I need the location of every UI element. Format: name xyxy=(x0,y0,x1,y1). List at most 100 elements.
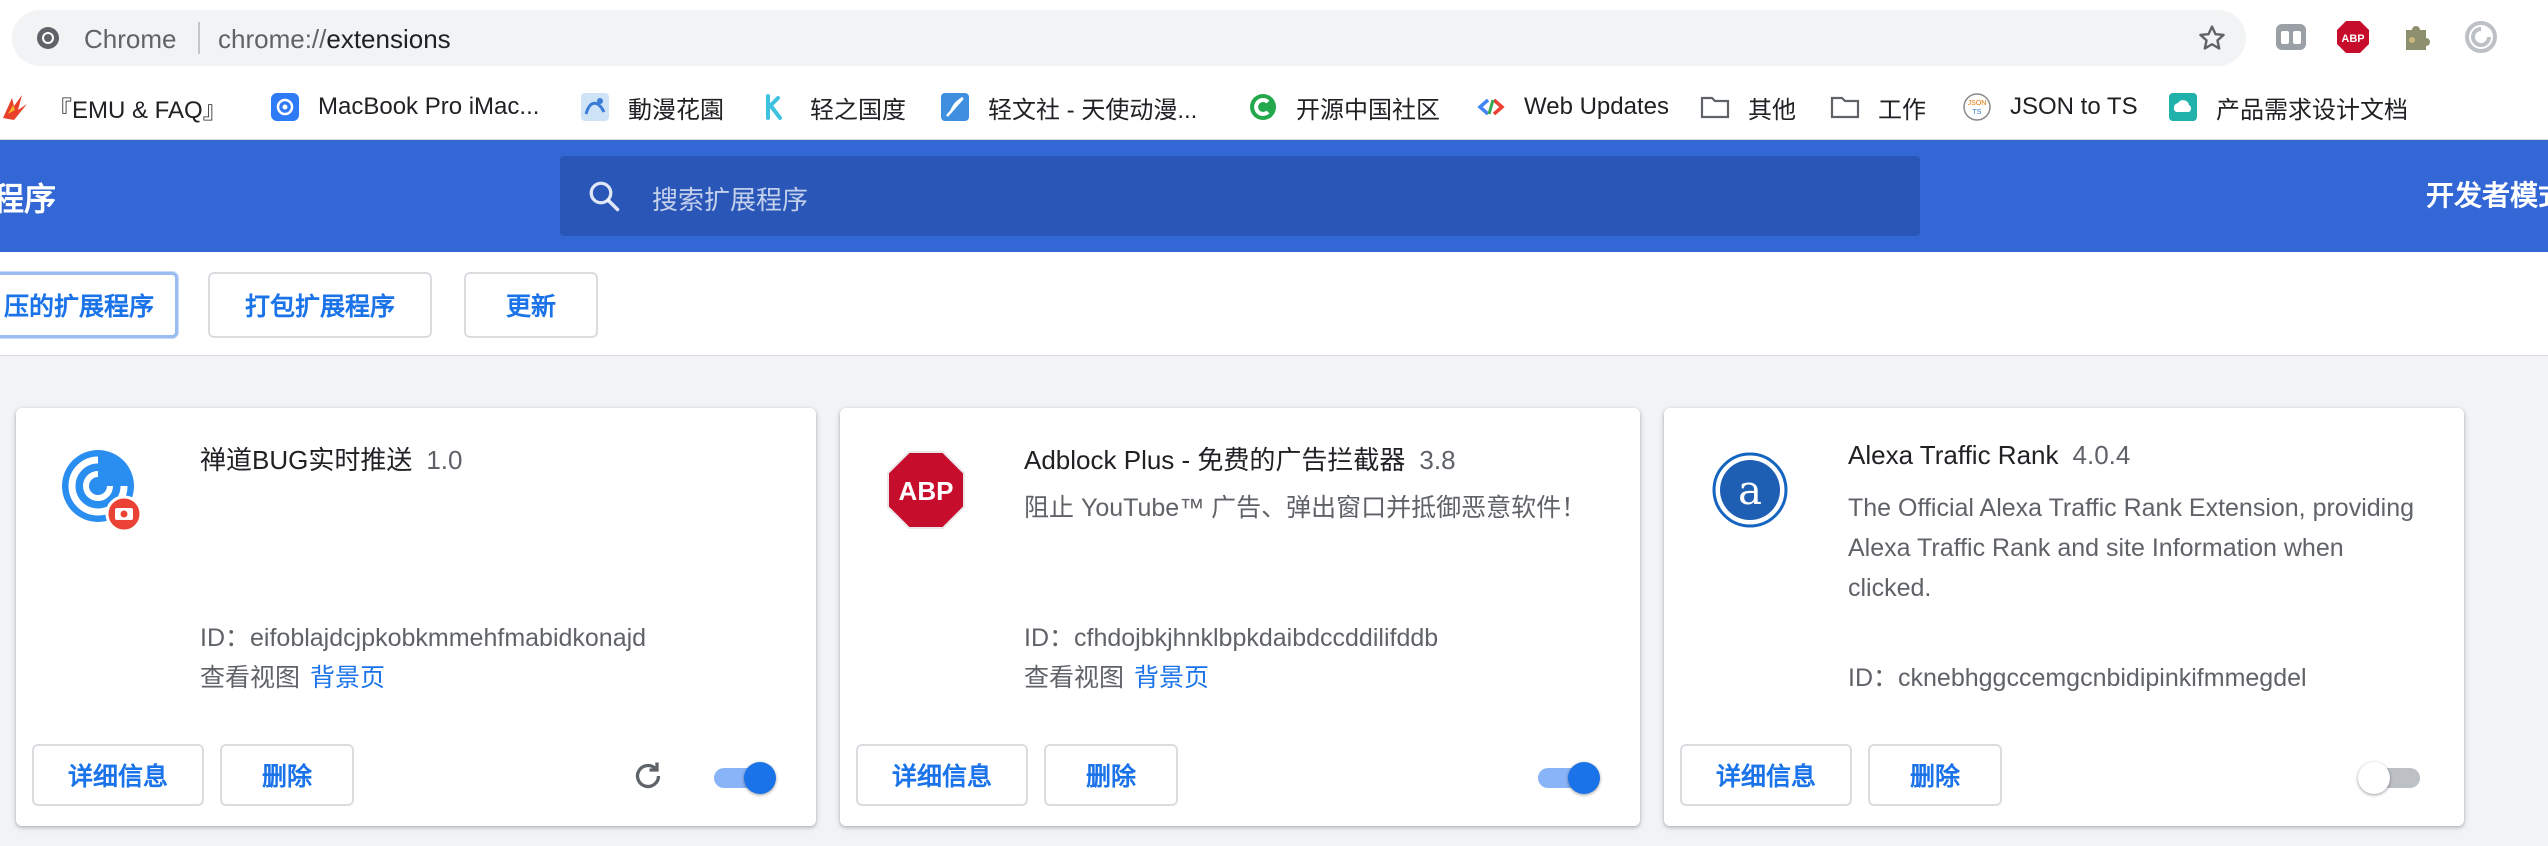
bookmark-label: 『EMU & FAQ』 xyxy=(48,96,227,124)
svg-text:ABP: ABP xyxy=(2341,33,2364,45)
extension-id: ID：cknebhggccemgcnbidipinkifmmegdel xyxy=(1848,658,2307,694)
bookmark-label: 产品需求设计文档 xyxy=(2216,96,2408,124)
omnibox-separator xyxy=(198,22,200,54)
bookmark-label: Web Updates xyxy=(1524,93,1669,120)
bookmark-json-to-ts[interactable]: JSON TS JSON to TS xyxy=(1962,74,2138,140)
lightnovel-icon xyxy=(766,94,782,120)
svg-text:TS: TS xyxy=(1973,109,1982,116)
bookmark-feather[interactable]: 轻文社 - 天使动漫... xyxy=(940,74,1197,140)
feather-icon xyxy=(941,93,969,121)
reload-icon[interactable] xyxy=(630,758,666,794)
omnibox-url[interactable]: chrome://extensions xyxy=(218,24,451,55)
bookmark-label: 开源中国社区 xyxy=(1296,96,1440,124)
svg-text:ABP: ABP xyxy=(899,476,954,506)
remove-button[interactable]: 删除 xyxy=(1868,744,2002,806)
folder-icon xyxy=(1830,96,1860,119)
search-input[interactable]: 搜索扩展程序 xyxy=(560,156,1920,236)
load-unpacked-button[interactable]: 压的扩展程序 xyxy=(0,272,178,338)
details-button[interactable]: 详细信息 xyxy=(1680,744,1852,806)
bookmark-label: MacBook Pro iMac... xyxy=(318,93,540,120)
web-updates-icon xyxy=(1477,98,1505,116)
abp-icon: ABP xyxy=(887,451,965,529)
details-button[interactable]: 详细信息 xyxy=(32,744,204,806)
id-label: ID： xyxy=(200,624,251,652)
toggle-knob xyxy=(1568,762,1600,794)
bookmark-lightnovel[interactable]: 轻之国度 xyxy=(762,74,906,140)
bookmark-label: JSON to TS xyxy=(2010,93,2138,120)
svg-text:JSON: JSON xyxy=(1968,100,1987,107)
extension-name: Adblock Plus - 免费的广告拦截器 3.8 xyxy=(1024,440,1456,477)
background-page-link[interactable]: 背景页 xyxy=(1134,664,1209,692)
id-value: cknebhggccemgcnbidipinkifmmegdel xyxy=(1898,664,2307,692)
background-page-link[interactable]: 背景页 xyxy=(310,664,385,692)
omnibox-chrome-label: Chrome xyxy=(84,24,177,54)
remove-button[interactable]: 删除 xyxy=(220,744,354,806)
dmhy-icon xyxy=(581,93,609,121)
cloud-doc-icon xyxy=(2169,93,2197,121)
enable-toggle[interactable] xyxy=(2358,760,2424,794)
bookmark-macbook[interactable]: MacBook Pro iMac... xyxy=(270,74,539,140)
bookmark-oschina[interactable]: 开源中国社区 xyxy=(1248,74,1440,140)
inspect-views-label: 查看视图 xyxy=(1024,664,1125,692)
id-label: ID： xyxy=(1848,664,1899,692)
bookmark-web-updates[interactable]: Web Updates xyxy=(1476,74,1669,140)
toggle-knob xyxy=(744,762,776,794)
bookmark-star-icon[interactable] xyxy=(2196,22,2228,54)
extension-name: Alexa Traffic Rank 4.0.4 xyxy=(1848,440,2130,471)
extension-name: 禅道BUG实时推送 1.0 xyxy=(200,440,463,477)
bookmark-label: 工作 xyxy=(1878,96,1926,124)
adblock-plus-toolbar-icon[interactable]: ABP xyxy=(2336,20,2370,54)
update-button[interactable]: 更新 xyxy=(464,272,598,338)
extension-card-adblock-plus: ABP Adblock Plus - 免费的广告拦截器 3.8 阻止 YouTub… xyxy=(840,408,1640,826)
tab-manager-extension-icon[interactable] xyxy=(2274,20,2308,54)
bookmark-folder-work[interactable]: 工作 xyxy=(1830,74,1926,140)
url-path: extensions xyxy=(326,24,451,54)
chrome-logo-icon xyxy=(37,27,59,49)
bookmark-label: 動漫花園 xyxy=(628,96,724,124)
inspect-views-label: 查看视图 xyxy=(200,664,301,692)
bookmark-product-docs[interactable]: 产品需求设计文档 xyxy=(2168,74,2408,140)
id-label: ID： xyxy=(1024,624,1075,652)
details-button[interactable]: 详细信息 xyxy=(856,744,1028,806)
pack-extension-button[interactable]: 打包扩展程序 xyxy=(208,272,432,338)
omnibox[interactable]: Chrome chrome://extensions xyxy=(12,10,2246,66)
emu-faq-icon xyxy=(3,95,27,120)
folder-icon xyxy=(1700,96,1730,119)
url-scheme: chrome:// xyxy=(218,24,327,54)
extension-version: 1.0 xyxy=(426,445,463,475)
inspect-views: 查看视图 背景页 xyxy=(200,658,385,694)
svg-text:a: a xyxy=(1738,468,1762,514)
json-icon: JSON TS xyxy=(1963,93,1991,121)
dev-mode-label[interactable]: 开发者模式 xyxy=(2426,174,2548,214)
remove-button[interactable]: 删除 xyxy=(1044,744,1178,806)
extension-name-text: Adblock Plus - 免费的广告拦截器 xyxy=(1024,445,1406,475)
extension-description: The Official Alexa Traffic Rank Extensio… xyxy=(1848,494,2415,602)
bookmark-label: 轻文社 - 天使动漫... xyxy=(988,96,1198,124)
extension-description: 阻止 YouTube™ 广告、弹出窗口并抵御恶意软件！ xyxy=(1024,494,1587,522)
toggle-knob xyxy=(2358,762,2390,794)
zentao-toolbar-icon[interactable] xyxy=(2464,20,2498,54)
extension-card-alexa: a Alexa Traffic Rank 4.0.4 The Official A… xyxy=(1664,408,2464,826)
zentao-icon xyxy=(62,450,143,532)
bookmarks-bar: 『EMU & FAQ』 MacBook Pro iMac... 動漫花園 轻之国… xyxy=(0,74,2548,140)
macbook-icon xyxy=(271,93,299,121)
address-bar-row: Chrome chrome://extensions ABP xyxy=(0,0,2548,74)
extensions-toolbar: 压的扩展程序 打包扩展程序 更新 xyxy=(0,252,2548,356)
page-title: 程序 xyxy=(0,181,57,217)
extension-name-text: 禅道BUG实时推送 xyxy=(200,445,413,475)
alexa-icon: a xyxy=(1712,452,1788,528)
bookmark-emu-faq[interactable]: 『EMU & FAQ』 xyxy=(0,74,227,140)
search-icon xyxy=(589,181,620,212)
id-value: cfhdojbkjhnklbpkdaibdccddilifddb xyxy=(1074,624,1439,652)
extension-version: 4.0.4 xyxy=(2072,440,2131,470)
bookmark-folder-other[interactable]: 其他 xyxy=(1700,74,1796,140)
extension-id: ID：eifoblajdcjpkobkmmehfmabidkonajd xyxy=(200,618,646,654)
enable-toggle[interactable] xyxy=(1534,760,1600,794)
bookmark-label: 轻之国度 xyxy=(810,96,906,124)
bookmark-dmhy[interactable]: 動漫花園 xyxy=(580,74,724,140)
enable-toggle[interactable] xyxy=(710,760,776,794)
extension-card-zentao: 禅道BUG实时推送 1.0 ID：eifoblajdcjpkobkmmehfmab… xyxy=(16,408,816,826)
oschina-icon xyxy=(1250,94,1276,120)
extension-version: 3.8 xyxy=(1419,445,1456,475)
extension-puzzle-icon[interactable] xyxy=(2400,20,2434,54)
